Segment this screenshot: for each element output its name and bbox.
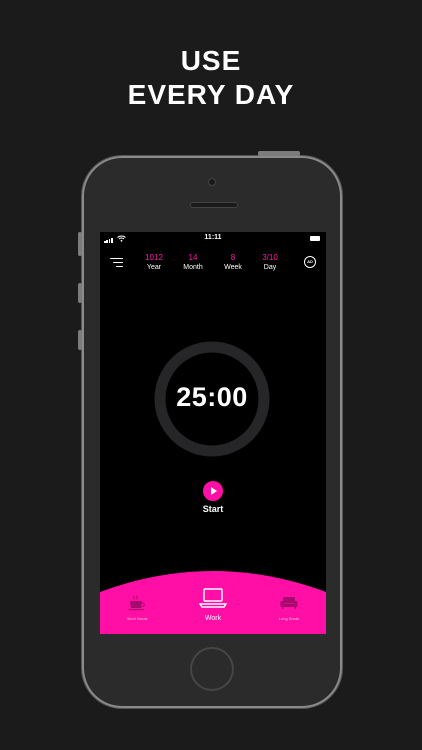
stat-week-label: Week (224, 264, 242, 271)
tab-work[interactable]: Work (188, 587, 238, 623)
stat-year: 1012 Year (134, 252, 174, 273)
volume-down-button (78, 330, 82, 350)
start-label: Start (202, 504, 224, 514)
laptop-icon (198, 588, 228, 608)
stat-month: 14 Month (173, 252, 213, 273)
stat-day-label: Day (263, 264, 277, 271)
tab-short-break-label: Short Break (126, 616, 148, 621)
play-icon (211, 487, 217, 495)
tab-long-break[interactable]: Long Break (266, 595, 312, 622)
stat-month-value: 14 (188, 253, 198, 262)
front-camera (208, 178, 216, 186)
earpiece-speaker (190, 202, 238, 208)
stat-day: 3/10 Day (250, 252, 290, 273)
coffee-cup-icon (129, 595, 145, 611)
timer-display: 25:00 (176, 382, 248, 412)
stat-day-value: 3/10 (262, 253, 278, 262)
tab-short-break[interactable]: Short Break (114, 595, 160, 622)
stat-month-label: Month (183, 264, 203, 271)
tab-long-break-label: Long Break (278, 616, 300, 621)
stat-year-value: 1012 (145, 253, 163, 262)
tab-work-label: Work (204, 615, 222, 622)
mute-switch (78, 232, 82, 256)
stat-week: 8 Week (213, 252, 253, 273)
menu-icon[interactable] (110, 258, 123, 268)
stat-week-value: 8 (230, 253, 236, 262)
status-time: 11:11 (204, 234, 222, 241)
headline: USE EVERY DAY (0, 44, 422, 112)
app-screen: 11:11 1012 Year 14 Month 8 Week 3/10 Day… (100, 232, 326, 634)
headline-line-2: EVERY DAY (127, 79, 295, 110)
headline-line-1: USE (180, 45, 242, 76)
battery-icon (310, 236, 320, 241)
tab-bar: Short Break Work Long Break (100, 570, 326, 634)
home-button[interactable] (190, 647, 234, 691)
power-button (258, 151, 300, 156)
remove-ads-button[interactable]: AD (304, 256, 316, 268)
volume-up-button (78, 283, 82, 303)
status-bar: 11:11 (100, 232, 326, 246)
start-button[interactable] (203, 481, 223, 501)
sofa-icon (280, 597, 298, 609)
stats-bar: 1012 Year 14 Month 8 Week 3/10 Day AD (100, 250, 326, 278)
stat-year-label: Year (146, 264, 162, 271)
